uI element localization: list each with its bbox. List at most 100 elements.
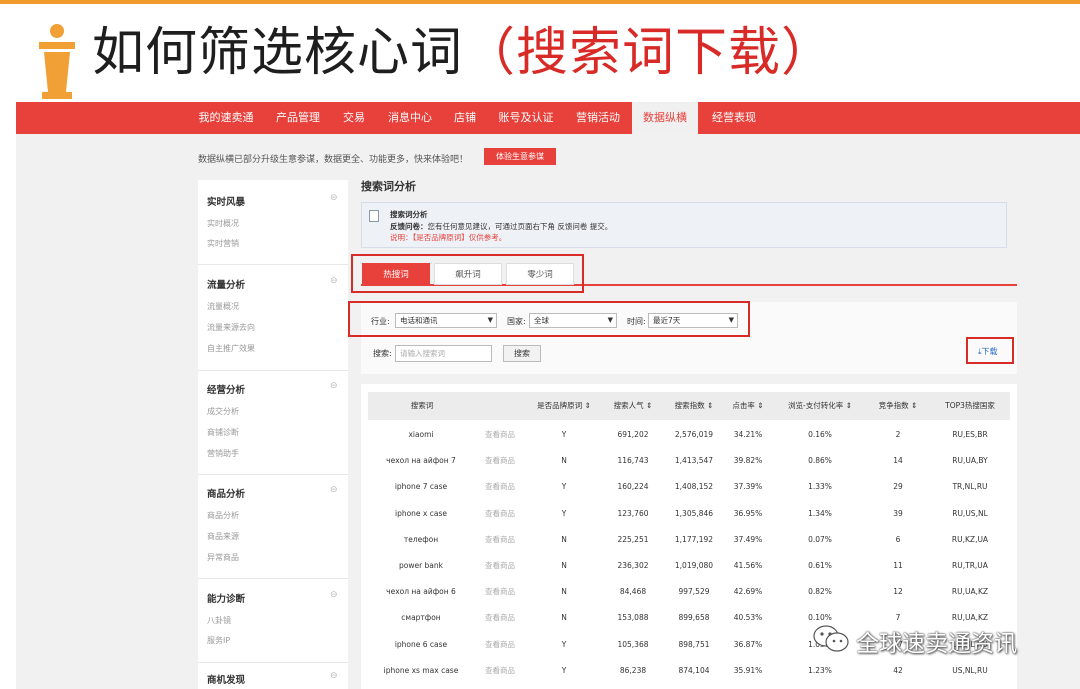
cell-view-products[interactable]: 查看商品 — [474, 455, 526, 467]
collapse-icon[interactable]: ⊖ — [330, 193, 338, 203]
cell-popularity: 225,251 — [617, 534, 649, 544]
col-brand-word[interactable]: 是否品牌原词 ⇕ — [530, 392, 598, 420]
menu-item[interactable]: 成交分析 — [207, 406, 239, 417]
cell-popularity: 160,224 — [617, 482, 649, 492]
menu-group-traffic[interactable]: 流量分析 — [207, 277, 245, 291]
try-sycm-button[interactable]: 体验生意参谋 — [484, 148, 556, 165]
collapse-icon[interactable]: ⊖ — [330, 276, 338, 286]
cell-competition: 12 — [893, 587, 903, 597]
collapse-icon[interactable]: ⊖ — [330, 381, 338, 391]
nav-item-orders[interactable]: 交易 — [334, 102, 374, 134]
cell-popularity: 691,202 — [617, 430, 649, 439]
search-button[interactable]: 搜索 — [503, 345, 541, 362]
cell-brand: Y — [561, 430, 567, 439]
cell-view-products[interactable]: 查看商品 — [474, 481, 526, 493]
collapse-icon[interactable]: ⊖ — [330, 671, 338, 681]
nav-item-my-aliexpress[interactable]: 我的速卖通 — [194, 102, 258, 134]
nav-item-account[interactable]: 账号及认证 — [490, 102, 562, 134]
cell-brand: N — [561, 456, 567, 466]
nav-item-performance[interactable]: 经营表现 — [704, 102, 764, 134]
cell-conversion: 1.33% — [808, 482, 832, 492]
wechat-icon — [813, 625, 849, 652]
menu-item[interactable]: 异常商品 — [207, 552, 239, 563]
cell-conversion: 1.34% — [808, 508, 832, 518]
cell-view-products[interactable]: 查看商品 — [474, 508, 526, 520]
cell-view-products[interactable]: 查看商品 — [474, 612, 526, 624]
menu-item[interactable]: 实时概况 — [207, 218, 239, 229]
cell-view-products[interactable]: 查看商品 — [474, 665, 526, 677]
col-search-index[interactable]: 搜索指数 ⇕ — [668, 392, 720, 420]
menu-group-products[interactable]: 商品分析 — [207, 486, 245, 500]
menu-item[interactable]: 八卦镜 — [207, 615, 231, 626]
cell-popularity: 116,743 — [617, 456, 649, 466]
cell-view-products[interactable]: 查看商品 — [474, 429, 526, 441]
nav-item-data[interactable]: 数据纵横 — [632, 102, 698, 134]
menu-group-business[interactable]: 经营分析 — [207, 382, 245, 396]
menu-item[interactable]: 商品分析 — [207, 510, 239, 521]
cell-index: 898,751 — [678, 639, 710, 649]
nav-item-store[interactable]: 店铺 — [446, 102, 484, 134]
collapse-icon[interactable]: ⊖ — [330, 590, 338, 600]
nav-item-messages[interactable]: 消息中心 — [380, 102, 440, 134]
menu-item[interactable]: 流量来源去向 — [207, 322, 255, 333]
menu-item[interactable]: 商铺诊断 — [207, 427, 239, 438]
menu-item[interactable]: 服务IP — [207, 635, 230, 646]
cell-ctr: 39.82% — [733, 456, 763, 466]
cell-brand: N — [561, 587, 567, 597]
search-input[interactable]: 请输入搜索词 — [395, 345, 492, 362]
cell-ctr: 41.56% — [733, 561, 763, 570]
watermark: 全球速卖通资讯 — [812, 622, 1062, 658]
search-label: 搜索: — [373, 349, 392, 358]
col-keyword[interactable]: 搜索词 — [392, 392, 452, 420]
cell-keyword: iphone 6 case — [394, 639, 448, 649]
cell-competition: 6 — [895, 534, 901, 544]
menu-group-realtime[interactable]: 实时风暴 — [207, 194, 245, 208]
download-highlight-box — [966, 337, 1014, 364]
cell-popularity: 105,368 — [617, 639, 649, 649]
cell-brand: Y — [561, 482, 567, 492]
cell-view-products[interactable]: 查看商品 — [474, 586, 526, 598]
cell-keyword: power bank — [398, 561, 444, 570]
cell-countries: RU,TR,UA — [952, 561, 988, 570]
cell-keyword: iphone x case — [394, 508, 447, 518]
cell-conversion: 0.82% — [808, 587, 832, 597]
cell-keyword: телефон — [403, 534, 439, 544]
menu-divider — [198, 474, 348, 475]
cell-conversion: 0.61% — [808, 561, 832, 570]
cell-countries: RU,UA,BY — [952, 456, 988, 466]
nav-item-products[interactable]: 产品管理 — [268, 102, 328, 134]
menu-item[interactable]: 实时营销 — [207, 238, 239, 249]
cell-index: 874,104 — [678, 665, 710, 675]
cell-popularity: 84,468 — [619, 587, 647, 597]
col-conversion[interactable]: 浏览-支付转化率 ⇕ — [780, 392, 860, 420]
menu-divider — [198, 264, 348, 265]
cell-ctr: 40.53% — [733, 613, 763, 623]
slide-title: 如何筛选核心词（搜索词下载） — [92, 18, 834, 88]
menu-group-opportunity[interactable]: 商机发现 — [207, 672, 245, 686]
document-icon — [369, 210, 379, 222]
cell-index: 1,305,846 — [674, 508, 714, 518]
cell-countries: RU,US,NL — [952, 508, 988, 518]
tip-feedback: 反馈问卷：您有任何意见建议，可通过页面右下角 反馈问卷 提交。 — [390, 221, 612, 232]
cell-view-products[interactable]: 查看商品 — [474, 534, 526, 546]
collapse-icon[interactable]: ⊖ — [330, 485, 338, 495]
menu-divider — [198, 662, 348, 663]
col-search-popularity[interactable]: 搜索人气 ⇕ — [608, 392, 658, 420]
cell-view-products[interactable]: 查看商品 — [474, 639, 526, 651]
page-title: 搜索词分析 — [361, 180, 416, 193]
menu-item[interactable]: 自主推广效果 — [207, 343, 255, 354]
cell-brand: Y — [561, 639, 567, 649]
col-ctr[interactable]: 点击率 ⇕ — [726, 392, 770, 420]
menu-item[interactable]: 营销助手 — [207, 448, 239, 459]
menu-item[interactable]: 商品来源 — [207, 531, 239, 542]
menu-group-diagnosis[interactable]: 能力诊断 — [207, 591, 245, 605]
cell-countries: RU,ES,BR — [952, 430, 988, 439]
menu-item[interactable]: 流量概况 — [207, 301, 239, 312]
cell-competition: 11 — [893, 561, 903, 570]
cell-view-products[interactable]: 查看商品 — [474, 560, 526, 572]
cell-keyword: xiaomi — [408, 430, 434, 439]
nav-item-marketing[interactable]: 营销活动 — [568, 102, 628, 134]
cell-keyword: чехол на айфон 7 — [386, 456, 456, 466]
cell-competition: 14 — [893, 456, 903, 466]
col-competition[interactable]: 竞争指数 ⇕ — [872, 392, 924, 420]
